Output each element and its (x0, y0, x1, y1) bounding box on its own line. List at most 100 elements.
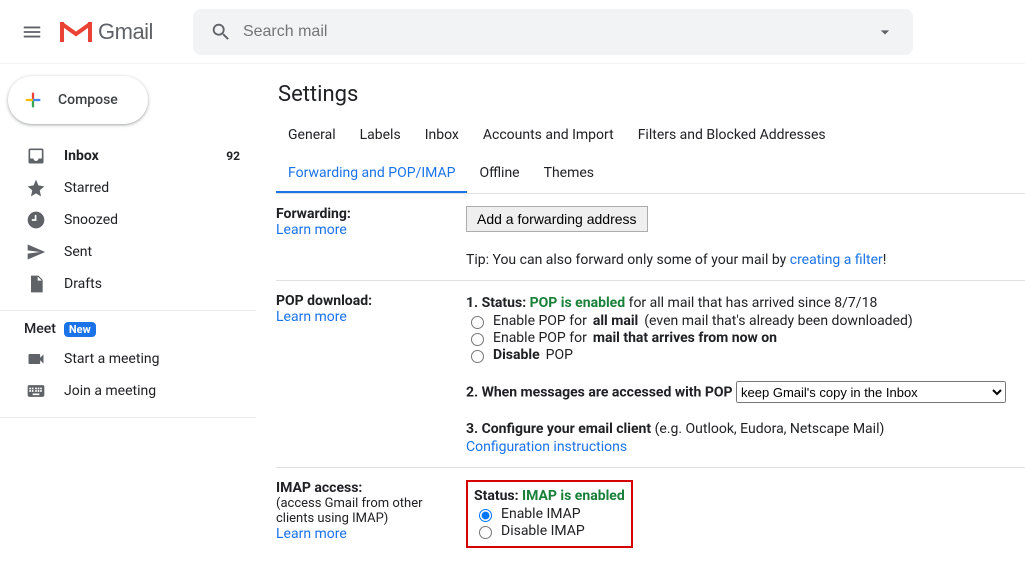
section-content: 1. Status: POP is enabled for all mail t… (466, 293, 1025, 455)
pop-learn-more-link[interactable]: Learn more (276, 309, 347, 325)
settings-tabs: General Labels Inbox Accounts and Import… (276, 117, 1025, 194)
app-name: Gmail (98, 19, 153, 45)
creating-filter-link[interactable]: creating a filter (790, 252, 883, 268)
tab-general[interactable]: General (276, 117, 348, 155)
section-imap: IMAP access: (access Gmail from other cl… (276, 468, 1025, 560)
tip-suffix: ! (883, 252, 887, 268)
sidebar-item-inbox[interactable]: Inbox 92 (0, 140, 256, 172)
section-content: Add a forwarding address Tip: You can al… (466, 206, 1025, 268)
sidebar-item-snoozed[interactable]: Snoozed (0, 204, 256, 236)
forwarding-tip: Tip: You can also forward only some of y… (466, 252, 1025, 268)
main-content: Settings General Labels Inbox Accounts a… (256, 64, 1025, 565)
file-icon (26, 274, 46, 294)
pop-access-select[interactable]: keep Gmail's copy in the Inbox (736, 381, 1006, 403)
sidebar-item-label: Sent (64, 244, 240, 260)
pop-radio-now-on[interactable] (471, 333, 484, 346)
tab-forwarding-pop-imap[interactable]: Forwarding and POP/IMAP (276, 155, 467, 193)
imap-enable-label: Enable IMAP (501, 506, 581, 522)
search-bar[interactable] (193, 9, 913, 55)
tab-inbox[interactable]: Inbox (413, 117, 471, 155)
add-forwarding-address-button[interactable]: Add a forwarding address (466, 206, 648, 232)
tab-themes[interactable]: Themes (532, 155, 606, 193)
compose-button[interactable]: Compose (8, 76, 148, 124)
inbox-icon (26, 146, 46, 166)
sidebar-item-start-meeting[interactable]: Start a meeting (0, 343, 256, 375)
section-label-col: IMAP access: (access Gmail from other cl… (276, 480, 466, 548)
sidebar: Compose Inbox 92 Starred Snoozed Sent (0, 64, 256, 565)
forwarding-learn-more-link[interactable]: Learn more (276, 222, 347, 238)
tab-offline[interactable]: Offline (467, 155, 531, 193)
sidebar-item-label: Start a meeting (64, 351, 240, 367)
section-label: Forwarding: (276, 206, 460, 222)
section-label: IMAP access: (276, 480, 460, 496)
imap-learn-more-link[interactable]: Learn more (276, 526, 347, 542)
sidebar-separator (0, 310, 256, 311)
sidebar-item-count: 92 (226, 149, 240, 163)
pop-option-now-on[interactable]: Enable POP for mail that arrives from no… (466, 330, 1025, 346)
pop-radio-disable[interactable] (471, 350, 484, 363)
section-label-col: Forwarding: Learn more (276, 206, 466, 268)
tab-accounts-import[interactable]: Accounts and Import (471, 117, 626, 155)
meet-label: Meet (24, 321, 56, 337)
app-logo[interactable]: Gmail (56, 19, 183, 45)
sidebar-item-label: Join a meeting (64, 383, 240, 399)
new-badge: New (64, 322, 96, 337)
caret-down-icon (875, 22, 895, 42)
section-pop: POP download: Learn more 1. Status: POP … (276, 281, 1025, 468)
pop-opt3-a: Disable (493, 347, 540, 363)
meet-section-header: Meet New (0, 321, 256, 343)
tip-text: Tip: You can also forward only some of y… (466, 252, 790, 268)
pop-access-line: 2. When messages are accessed with POP k… (466, 381, 1025, 403)
tab-labels[interactable]: Labels (348, 117, 413, 155)
search-input[interactable] (241, 22, 865, 42)
pop-opt2-b: mail that arrives from now on (593, 330, 777, 346)
pop-opt1-b: all mail (593, 313, 638, 329)
pop-option-disable[interactable]: Disable POP (466, 347, 1025, 363)
pop-access-label: 2. When messages are accessed with POP (466, 385, 733, 401)
pop-opt2-a: Enable POP for (493, 330, 587, 346)
section-sublabel: (access Gmail from other clients using I… (276, 496, 460, 526)
imap-status-line: Status: IMAP is enabled (474, 488, 625, 504)
plus-icon (22, 89, 44, 111)
pop-status-tail: for all mail that has arrived since 8/7/… (625, 295, 877, 311)
imap-highlight-box: Status: IMAP is enabled Enable IMAP Disa… (466, 480, 633, 548)
sidebar-item-label: Starred (64, 180, 240, 196)
main-menu-button[interactable] (8, 8, 56, 56)
search-options-dropdown[interactable] (865, 22, 905, 42)
sidebar-item-starred[interactable]: Starred (0, 172, 256, 204)
pop-status-text: POP is enabled (530, 295, 625, 311)
search-icon[interactable] (201, 21, 241, 43)
hamburger-icon (21, 21, 43, 43)
compose-label: Compose (58, 92, 118, 108)
pop-opt1-a: Enable POP for (493, 313, 587, 329)
pop-configure-label: 3. Configure your email client (466, 421, 651, 437)
app-header: Gmail (0, 0, 1025, 64)
imap-status-text: IMAP is enabled (522, 488, 625, 504)
pop-status-line: 1. Status: POP is enabled for all mail t… (466, 295, 1025, 311)
imap-radio-disable[interactable] (479, 526, 492, 539)
imap-option-disable[interactable]: Disable IMAP (474, 523, 625, 539)
sidebar-item-sent[interactable]: Sent (0, 236, 256, 268)
imap-radio-enable[interactable] (479, 509, 492, 522)
star-icon (26, 178, 46, 198)
imap-status-prefix: Status: (474, 488, 522, 504)
tab-filters-blocked[interactable]: Filters and Blocked Addresses (626, 117, 838, 155)
configuration-instructions-link[interactable]: Configuration instructions (466, 439, 627, 455)
section-content: Status: IMAP is enabled Enable IMAP Disa… (466, 480, 1025, 548)
imap-disable-label: Disable IMAP (501, 523, 585, 539)
section-forwarding: Forwarding: Learn more Add a forwarding … (276, 194, 1025, 281)
send-icon (26, 242, 46, 262)
sidebar-separator (0, 417, 256, 418)
clock-icon (26, 210, 46, 230)
pop-option-all-mail[interactable]: Enable POP for all mail (even mail that'… (466, 313, 1025, 329)
sidebar-item-label: Snoozed (64, 212, 240, 228)
pop-opt1-c: (even mail that's already been downloade… (644, 313, 913, 329)
imap-option-enable[interactable]: Enable IMAP (474, 506, 625, 522)
section-label-col: POP download: Learn more (276, 293, 466, 455)
sidebar-item-drafts[interactable]: Drafts (0, 268, 256, 300)
pop-radio-all-mail[interactable] (471, 316, 484, 329)
pop-opt3-b: POP (546, 347, 573, 363)
keyboard-icon (26, 381, 46, 401)
pop-configure-tail: (e.g. Outlook, Eudora, Netscape Mail) (651, 421, 884, 437)
sidebar-item-join-meeting[interactable]: Join a meeting (0, 375, 256, 407)
